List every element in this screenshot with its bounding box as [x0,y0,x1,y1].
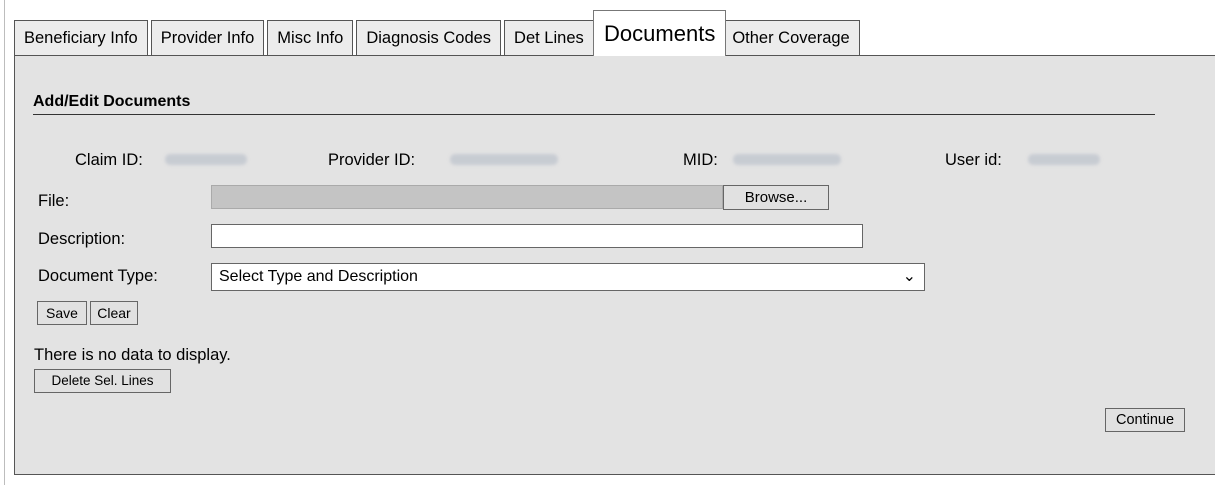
tab-diagnosis-codes[interactable]: Diagnosis Codes [356,20,502,56]
tab-beneficiary-info[interactable]: Beneficiary Info [14,20,148,56]
document-type-select[interactable]: Select Type and Description ⌄ [211,263,925,291]
tab-det-lines[interactable]: Det Lines [504,20,597,56]
claim-id-label: Claim ID: [75,151,143,169]
provider-id-value-redacted [450,154,558,165]
document-type-label: Document Type: [38,267,158,285]
continue-button[interactable]: Continue [1105,408,1185,432]
tab-provider-info[interactable]: Provider Info [150,20,265,56]
section-divider [33,114,1155,115]
claim-id-value-redacted [165,154,247,165]
clear-button[interactable]: Clear [90,301,138,325]
chevron-down-icon: ⌄ [902,268,916,285]
file-label: File: [38,192,70,210]
save-button[interactable]: Save [37,301,87,325]
provider-id-label: Provider ID: [328,151,416,169]
mid-label: MID: [683,151,718,169]
user-id-label: User id: [945,151,1002,169]
window-left-border [4,0,5,485]
tab-other-coverage[interactable]: Other Coverage [722,20,860,56]
section-title: Add/Edit Documents [33,93,191,110]
file-path-field[interactable] [211,185,723,209]
tab-bar: Beneficiary Info Provider Info Misc Info… [14,10,863,56]
documents-panel: Add/Edit Documents Claim ID: Provider ID… [14,55,1215,475]
tab-misc-info[interactable]: Misc Info [267,20,354,56]
empty-results-message: There is no data to display. [34,346,231,364]
mid-value-redacted [733,154,841,165]
browse-button[interactable]: Browse... [723,185,829,210]
user-id-value-redacted [1028,154,1100,165]
document-type-selected-value: Select Type and Description [219,268,418,285]
delete-selected-lines-button[interactable]: Delete Sel. Lines [34,369,171,393]
description-input[interactable] [211,224,863,248]
description-label: Description: [38,230,126,248]
tab-documents[interactable]: Documents [593,10,727,56]
